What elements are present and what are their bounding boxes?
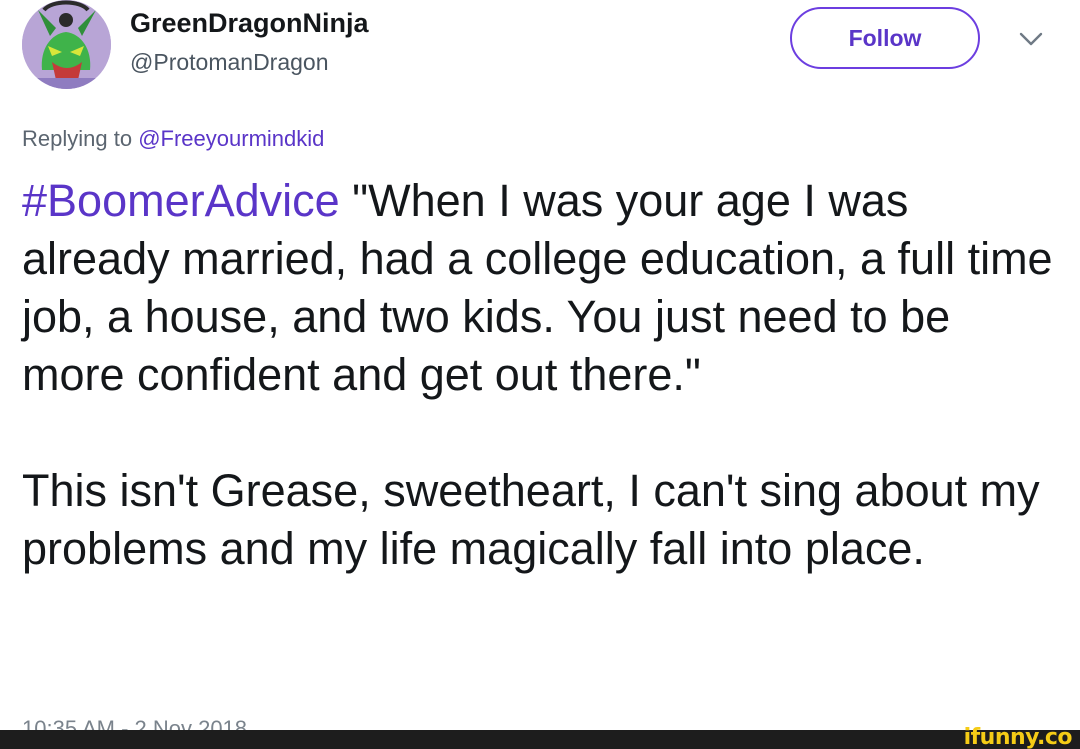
chevron-down-icon[interactable]	[1018, 30, 1044, 48]
follow-button[interactable]: Follow	[790, 7, 980, 69]
reply-mention-link[interactable]: @Freeyourmindkid	[138, 126, 324, 151]
tweet-paragraph-2: This isn't Grease, sweetheart, I can't s…	[22, 465, 1040, 574]
tweet-timestamp[interactable]: 10:35 AM - 2 Nov 2018	[22, 716, 247, 730]
user-handle[interactable]: @ProtomanDragon	[130, 49, 329, 76]
ifunny-watermark: ifunny.co	[963, 725, 1073, 749]
replying-to: Replying to @Freeyourmindkid	[22, 126, 324, 152]
tweet-card: GreenDragonNinja @ProtomanDragon Follow …	[0, 0, 1080, 730]
tweet-text: #BoomerAdvice "When I was your age I was…	[22, 172, 1062, 578]
watermark-bar: ifunny.co	[0, 726, 1080, 749]
display-name[interactable]: GreenDragonNinja	[130, 8, 369, 39]
replying-to-label: Replying to	[22, 126, 133, 151]
tweet-paragraph-1: #BoomerAdvice "When I was your age I was…	[22, 172, 1062, 404]
hashtag-link[interactable]: #BoomerAdvice	[22, 175, 340, 226]
green-dragon-avatar-icon	[22, 0, 111, 89]
avatar[interactable]	[22, 0, 111, 89]
